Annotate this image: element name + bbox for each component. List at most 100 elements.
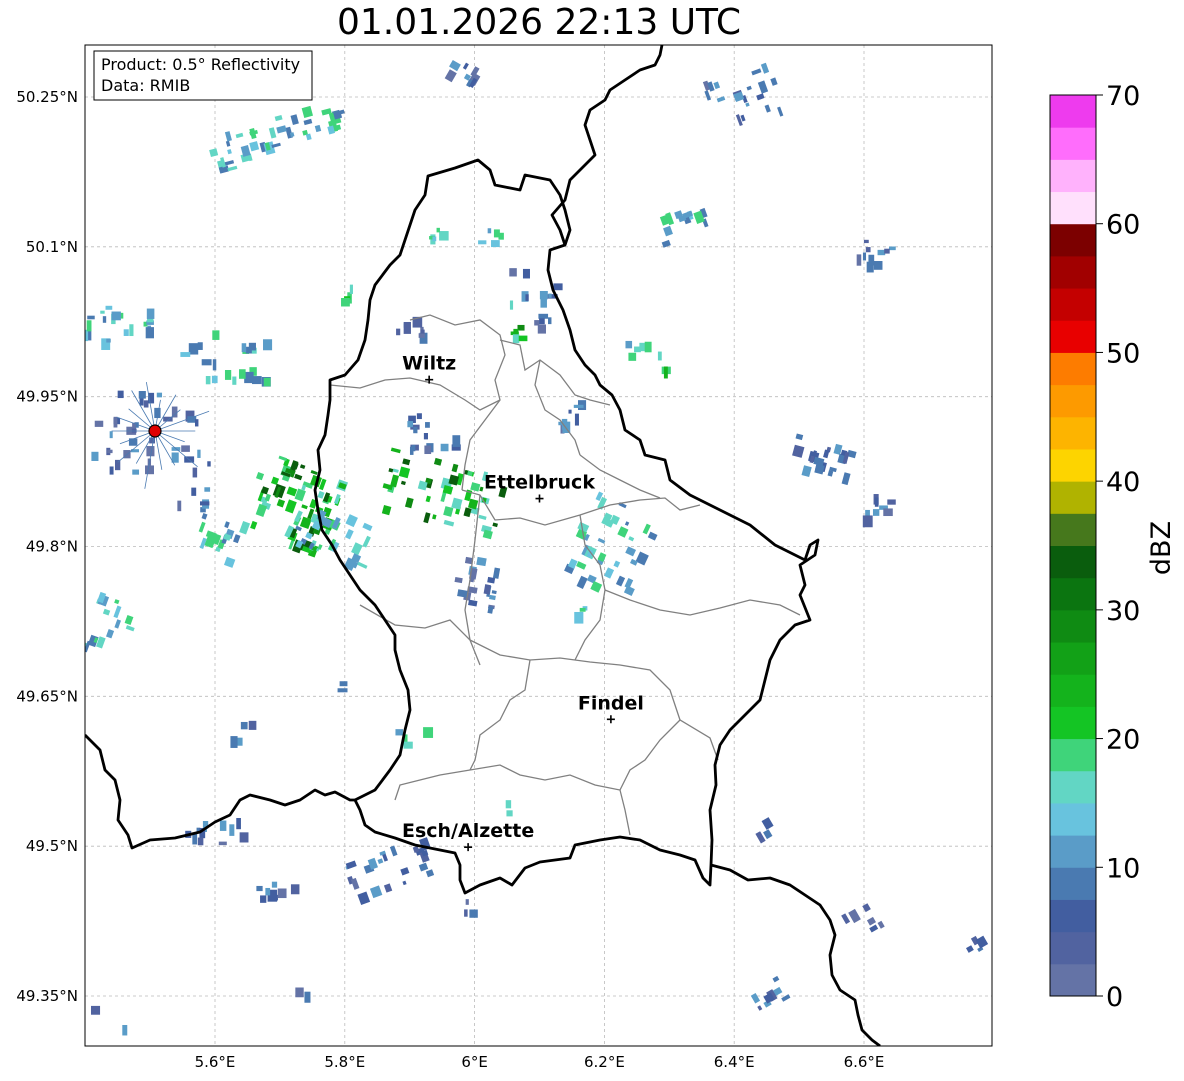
echo-pixel [493, 229, 500, 238]
echo-pixel [884, 248, 890, 254]
echo-pixel [522, 268, 530, 279]
colorbar-segment [1050, 931, 1096, 965]
colorbar-segment [1050, 963, 1096, 997]
echo-pixel [539, 318, 545, 325]
lat-tick-label: 49.65°N [16, 687, 78, 705]
colorbar-tick-label: 30 [1106, 596, 1140, 627]
echo-pixel [403, 741, 413, 749]
colorbar-segment [1050, 674, 1096, 707]
echo-pixel [877, 249, 886, 256]
echo-pixel [534, 320, 540, 326]
echo-pixel [113, 416, 118, 428]
city-label: Wiltz [402, 353, 456, 375]
echo-pixel [248, 720, 257, 730]
echo-pixel [94, 420, 104, 427]
echo-pixel [212, 330, 220, 340]
echo-pixel [540, 298, 547, 308]
echo-pixel [538, 313, 549, 319]
echo-pixel [240, 721, 248, 730]
echo-pixel [436, 227, 440, 233]
echo-pixel [109, 431, 113, 439]
echo-pixel [212, 359, 217, 371]
echo-pixel [192, 467, 198, 478]
lon-tick-label: 6.2°E [584, 1053, 625, 1071]
echo-pixel [219, 820, 227, 831]
echo-pixel [241, 343, 247, 353]
colorbar-segment [1050, 577, 1096, 611]
echo-pixel [872, 509, 880, 516]
lon-tick-label: 6.6°E [844, 1053, 885, 1071]
colorbar-segment [1050, 416, 1096, 450]
echo-pixel [423, 727, 434, 738]
echo-pixel [265, 887, 271, 896]
echo-pixel [505, 800, 512, 809]
lat-tick-label: 50.25°N [16, 88, 78, 106]
product-text: Product: 0.5° Reflectivity [101, 55, 300, 74]
info-box: Product: 0.5° Reflectivity Data: RMIB [93, 50, 313, 101]
echo-pixel [143, 400, 149, 408]
echo-pixel [180, 352, 191, 357]
echo-pixel [509, 268, 517, 277]
echo-pixel [107, 449, 113, 454]
echo-pixel [295, 987, 304, 998]
echo-pixel [889, 246, 896, 251]
echo-pixel [349, 284, 353, 294]
echo-pixel [862, 252, 867, 261]
echo-pixel [187, 416, 197, 423]
echo-pixel [887, 499, 896, 505]
colorbar-tick-label: 70 [1106, 81, 1140, 112]
echo-pixel [537, 324, 546, 334]
lon-tick-label: 5.6°E [195, 1053, 236, 1071]
radar-site-marker [148, 424, 162, 438]
colorbar-tick-label: 0 [1106, 982, 1123, 1013]
colorbar-segment [1050, 127, 1096, 160]
echo-pixel [863, 239, 869, 244]
echo-pixel [997, 414, 1006, 423]
echo-pixel [86, 320, 92, 332]
echo-pixel [129, 324, 134, 337]
echo-pixel [644, 341, 652, 353]
echo-pixel [628, 352, 637, 361]
echo-pixel [263, 377, 271, 387]
echo-pixel [90, 1005, 101, 1015]
echo-pixel [138, 391, 146, 399]
echo-pixel [229, 824, 235, 836]
echo-cluster [90, 1005, 101, 1015]
echo-pixel [232, 376, 237, 385]
city-label: Findel [578, 692, 644, 714]
echo-pixel [260, 895, 267, 903]
lon-tick-label: 5.8°E [324, 1053, 365, 1071]
colorbar-segment [1050, 448, 1096, 482]
echo-pixel [469, 909, 478, 918]
echo-pixel [509, 300, 514, 310]
data-source-text: Data: RMIB [101, 76, 190, 95]
colorbar-segment [1050, 770, 1096, 804]
echo-pixel [663, 366, 668, 379]
echo-pixel [423, 433, 428, 440]
echo-pixel [579, 607, 586, 612]
colorbar-segment [1050, 288, 1096, 321]
echo-pixel [339, 681, 348, 687]
latitude-tick-labels: 50.25°N 50.1°N 49.95°N 49.8°N 49.65°N 49.5°N 4… [16, 88, 78, 1005]
echo-pixel [105, 305, 113, 310]
echo-pixel [548, 293, 552, 298]
colorbar-segment [1050, 223, 1096, 257]
echo-pixel [236, 818, 241, 830]
colorbar-segment [1050, 513, 1096, 546]
echo-pixel [525, 294, 529, 301]
colorbar-tick-label: 60 [1106, 210, 1140, 241]
echo-pixel [873, 261, 883, 270]
radar-map-figure: WiltzEttelbruckFindelEsch/Alzette 5.6°E 5… [16, 44, 1177, 1071]
echo-pixel [574, 413, 579, 426]
colorbar-segment [1050, 642, 1096, 675]
echo-pixel [512, 334, 520, 344]
colorbar-segment [1050, 255, 1096, 289]
echo-pixel [87, 315, 95, 320]
colorbar-segment [1050, 384, 1096, 418]
echo-pixel [625, 340, 633, 349]
city-label: Ettelbruck [484, 472, 595, 494]
echo-pixel [146, 308, 155, 319]
echo-pixel [102, 316, 107, 323]
echo-pixel [420, 329, 425, 334]
echo-pixel [432, 236, 437, 242]
